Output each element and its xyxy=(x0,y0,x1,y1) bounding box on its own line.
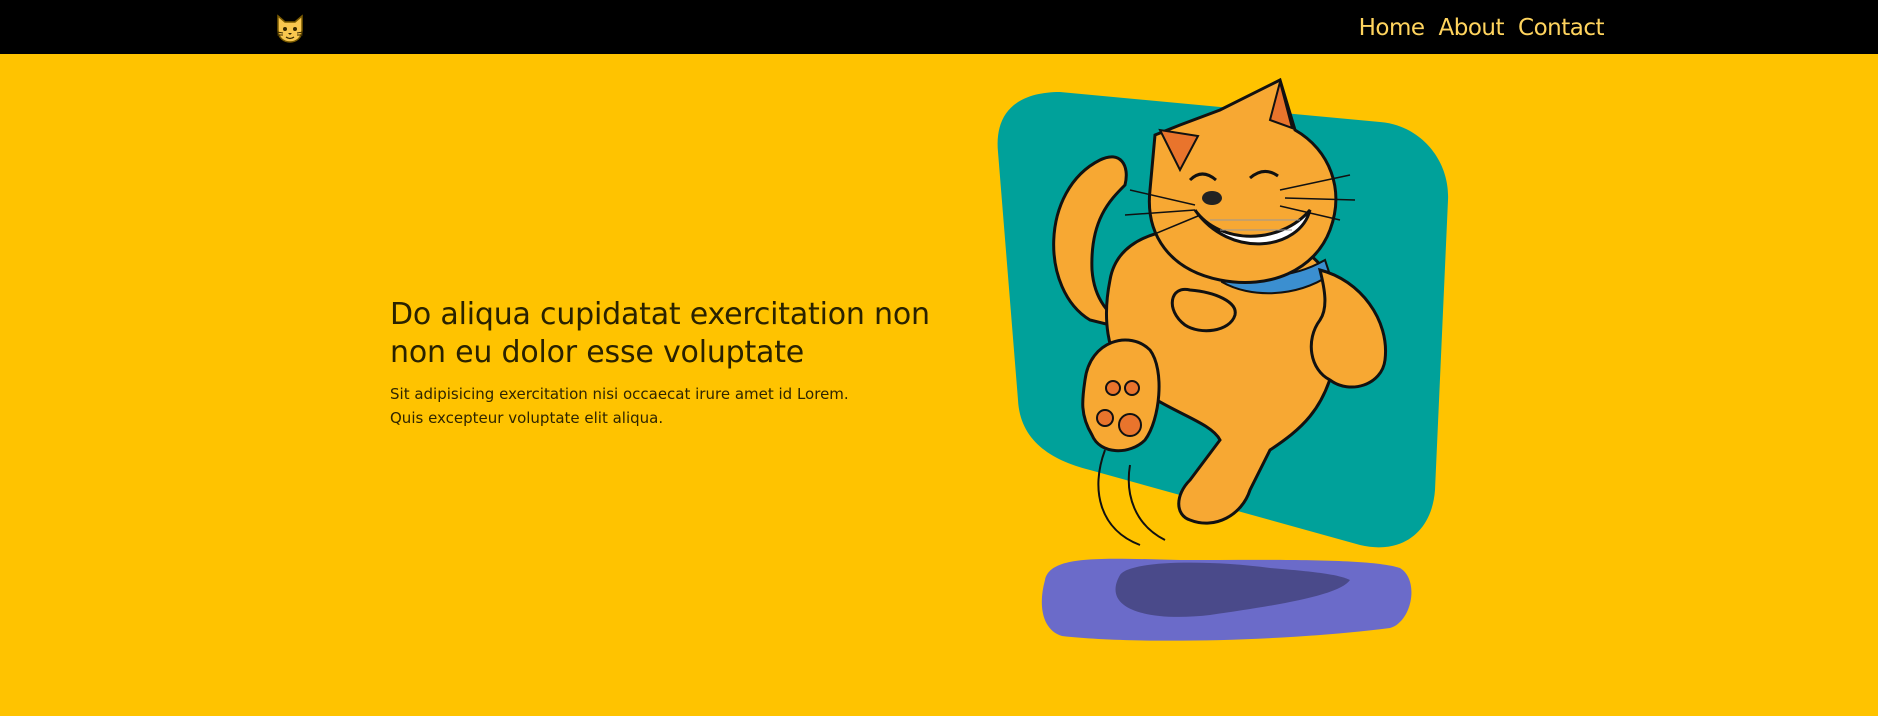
hero-title: Do aliqua cupidatat exercitation non non… xyxy=(390,297,930,370)
navbar: Home About Contact xyxy=(0,0,1878,54)
nav-link-contact[interactable]: Contact xyxy=(1518,8,1604,48)
nav-link-home[interactable]: Home xyxy=(1359,8,1425,48)
cat-logo-icon[interactable] xyxy=(274,12,306,44)
hero-subtitle: Sit adipisicing exercitation nisi occaec… xyxy=(390,385,849,427)
nav-link-about[interactable]: About xyxy=(1439,8,1505,48)
hero-text: Do aliqua cupidatat exercitation non non… xyxy=(390,296,950,430)
nav-links: Home About Contact xyxy=(1359,8,1605,48)
dancing-cat-illustration xyxy=(980,70,1460,660)
